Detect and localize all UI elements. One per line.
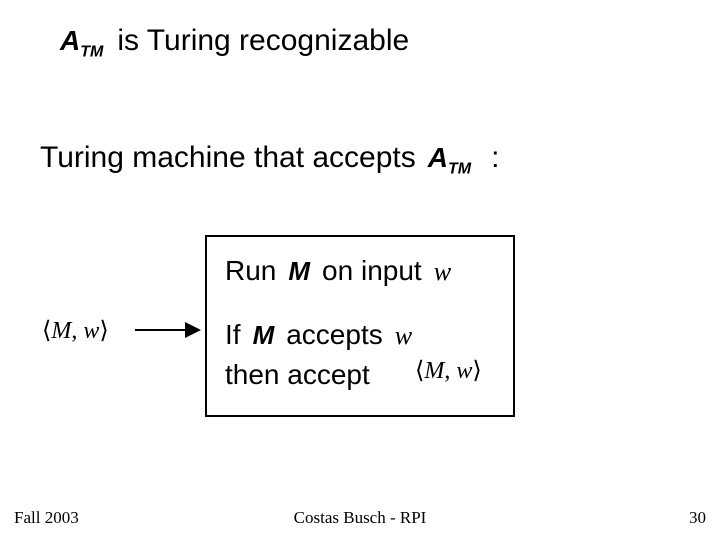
pair-M: M [424,358,444,384]
title-text: is Turing recognizable [117,24,409,58]
symbol-M: M [253,320,275,351]
footer-center: Costas Busch - RPI [0,508,720,528]
pair-w: w [456,358,472,384]
machine-box: Run M on input w If M accepts w then acc… [205,235,515,417]
angle-close: ⟩ [99,318,108,344]
slide-title: ATM is Turing recognizable [60,24,409,62]
then-accept-text: then accept [225,359,370,391]
pair-comma: , [444,358,450,384]
output-pair: ⟨M, w⟩ [415,356,482,385]
angle-open: ⟨ [42,318,51,344]
subtitle: Turing machine that accepts ATM : [40,141,499,179]
box-line-run: Run M on input w [225,255,451,287]
colon: : [491,141,499,175]
atm-letter: A [428,142,448,173]
box-line-if: If M accepts w [225,319,412,351]
pair-comma: , [71,318,77,344]
atm-subscript: TM [448,161,471,178]
angle-close: ⟩ [472,358,481,384]
atm-subscript: TM [80,44,103,61]
pair-w: w [83,318,99,344]
atm-symbol: ATM [60,25,103,62]
symbol-w: w [434,257,451,287]
arrow-head [185,322,201,338]
box-line-then: then accept [225,359,370,391]
atm-symbol: ATM [428,142,471,179]
slide: ATM is Turing recognizable Turing machin… [0,0,720,540]
pair-M: M [51,318,71,344]
subtitle-text: Turing machine that accepts [40,141,416,175]
on-input-text: on input [322,255,422,287]
arrow-icon [135,318,205,342]
if-text: If [225,319,241,351]
run-text: Run [225,255,276,287]
arrow-line [135,329,191,331]
symbol-w: w [395,321,412,351]
atm-letter: A [60,25,80,56]
input-pair: ⟨M, w⟩ [42,316,109,345]
accepts-text: accepts [286,319,383,351]
footer-right: 30 [689,508,706,528]
symbol-M: M [288,256,310,287]
angle-open: ⟨ [415,358,424,384]
